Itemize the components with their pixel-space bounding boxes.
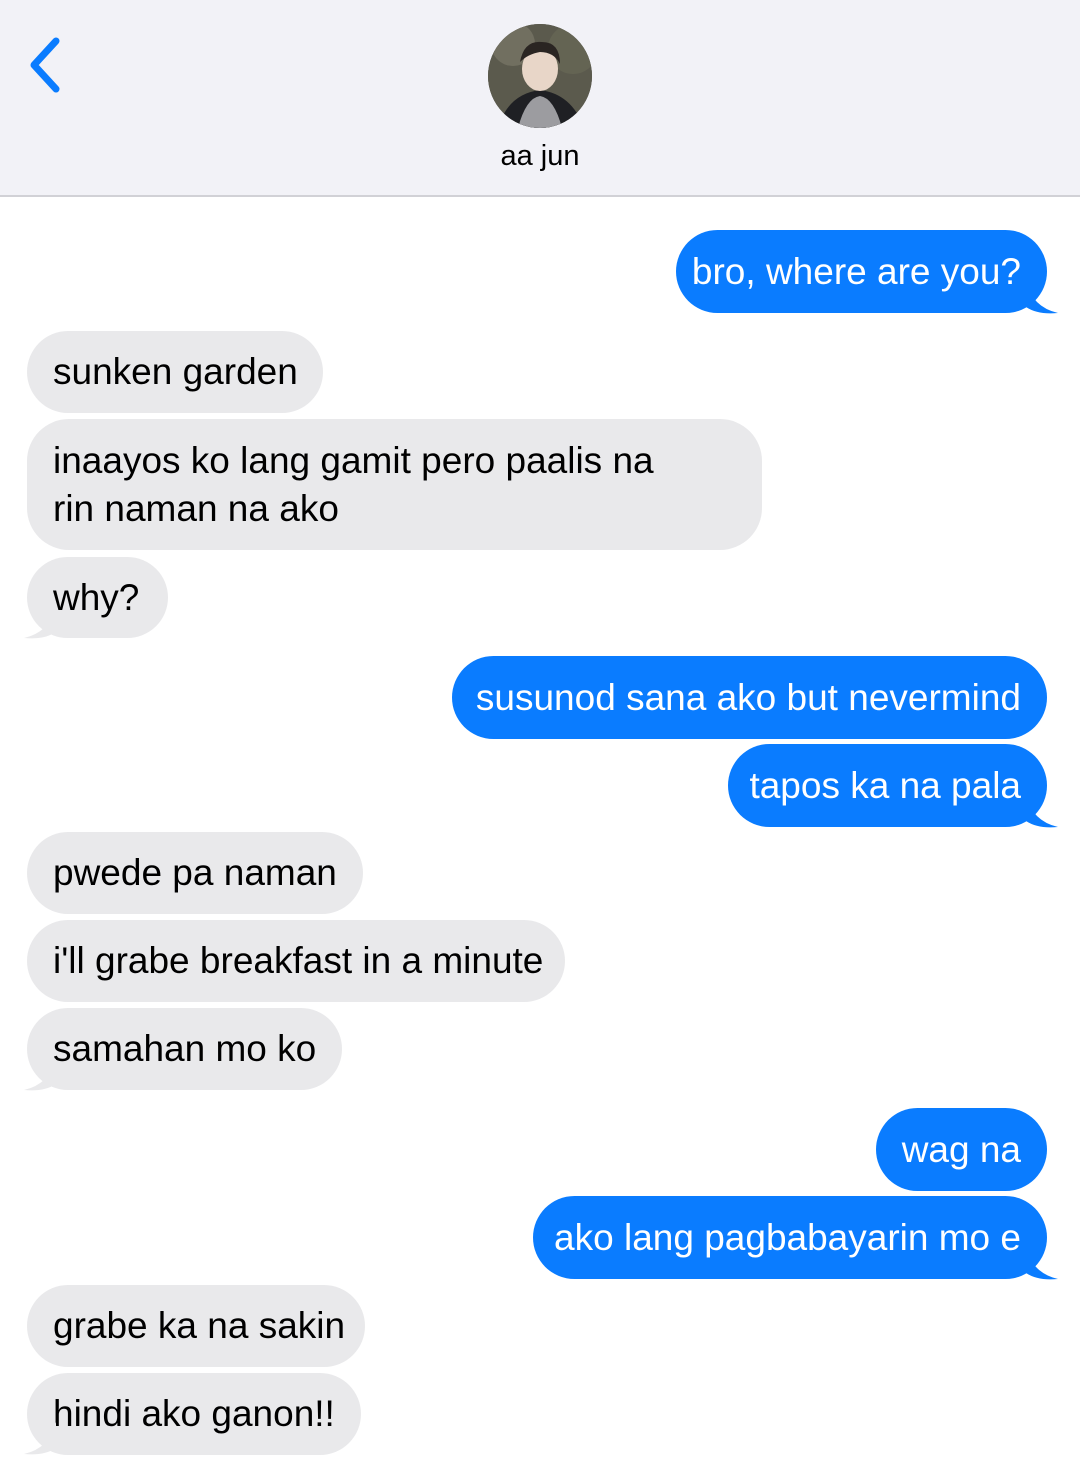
message-incoming[interactable]: grabe ka na sakin: [27, 1285, 365, 1367]
bubble-tail: [24, 1058, 56, 1091]
message-text: samahan mo ko: [53, 1028, 317, 1069]
message-outgoing[interactable]: susunod sana ako but nevermind: [452, 656, 1047, 739]
message-incoming[interactable]: i'll grabe breakfast in a minute: [27, 920, 565, 1002]
message-text: hindi ako ganon!!: [53, 1393, 335, 1434]
message-incoming[interactable]: samahan mo ko: [27, 1008, 342, 1090]
message-thread: bro, where are you? sunken garden inaayo…: [0, 198, 1080, 1472]
message-incoming[interactable]: inaayos ko lang gamit pero paalis na rin…: [27, 419, 762, 550]
message-outgoing[interactable]: bro, where are you?: [676, 230, 1047, 313]
bubble-tail: [1026, 281, 1058, 314]
message-outgoing[interactable]: tapos ka na pala: [728, 744, 1047, 827]
message-outgoing[interactable]: ako lang pagbabayarin mo e: [533, 1196, 1047, 1279]
bubble-tail: [1026, 1247, 1058, 1280]
message-incoming[interactable]: sunken garden: [27, 331, 323, 413]
message-text: susunod sana ako but nevermind: [475, 676, 1021, 718]
message-text: grabe ka na sakin: [53, 1305, 346, 1346]
message-outgoing[interactable]: wag na: [876, 1108, 1047, 1191]
message-text: inaayos ko lang gamit pero paalis na rin…: [53, 439, 654, 529]
message-text: tapos ka na pala: [749, 764, 1021, 806]
message-text: pwede pa naman: [53, 852, 337, 893]
message-incoming[interactable]: pwede pa naman: [27, 832, 363, 914]
contact-name[interactable]: aa jun: [0, 140, 1080, 173]
message-text: ako lang pagbabayarin mo e: [554, 1216, 1021, 1258]
message-text: bro, where are you?: [691, 250, 1021, 292]
message-incoming[interactable]: hindi ako ganon!!: [27, 1373, 361, 1455]
bubble-tail: [1026, 795, 1058, 828]
conversation-header: aa jun: [0, 0, 1080, 197]
contact-avatar[interactable]: [488, 24, 592, 128]
message-text: sunken garden: [53, 351, 298, 392]
message-text: why?: [53, 576, 140, 618]
bubble-tail: [24, 1422, 56, 1455]
message-text: i'll grabe breakfast in a minute: [53, 940, 544, 981]
bubble-tail: [24, 606, 56, 639]
message-text: wag na: [901, 1128, 1021, 1170]
back-button[interactable]: [14, 30, 74, 100]
chevron-left-icon: [30, 37, 60, 93]
avatar-photo: [488, 24, 592, 128]
